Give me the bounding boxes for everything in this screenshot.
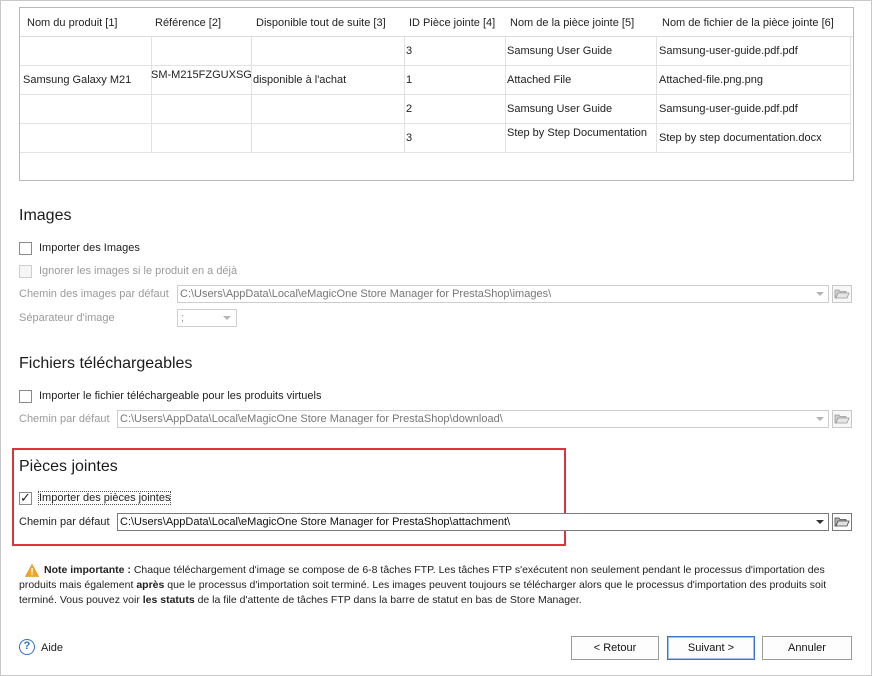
downloads-path-input[interactable]: C:\Users\AppData\Local\eMagicOne Store M… <box>117 410 829 428</box>
attachments-path-label: Chemin par défaut <box>19 516 110 528</box>
column-header-attachment-name[interactable]: Nom de la pièce jointe [5] <box>510 8 634 36</box>
downloads-path-value: C:\Users\AppData\Local\eMagicOne Store M… <box>120 413 503 425</box>
ignore-images-label: Ignorer les images si le produit en a dé… <box>39 265 238 277</box>
images-browse-button[interactable] <box>832 285 852 303</box>
downloads-path-label: Chemin par défaut <box>19 413 110 425</box>
cell-product-name: Samsung Galaxy M21 <box>23 74 132 86</box>
cell-attachment-id: 3 <box>406 45 413 57</box>
column-header-availability[interactable]: Disponible tout de suite [3] <box>256 8 386 36</box>
folder-open-icon <box>834 289 850 299</box>
import-downloadable-label[interactable]: Importer le fichier téléchargeable pour … <box>39 390 321 402</box>
cell-reference: SM-M215FZGUXSG <box>151 69 252 81</box>
import-attachments-checkbox[interactable]: ✓ <box>19 490 32 505</box>
grid-header: Nom du produit [1] Référence [2] Disponi… <box>20 8 853 37</box>
folder-open-icon <box>834 517 850 527</box>
images-path-input[interactable]: C:\Users\AppData\Local\eMagicOne Store M… <box>177 285 829 303</box>
chevron-down-icon[interactable] <box>812 514 828 530</box>
cell-attachment-file: Samsung-user-guide.pdf.pdf <box>659 103 798 115</box>
image-separator-label: Séparateur d'image <box>19 312 115 324</box>
cell-attachment-id: 2 <box>406 103 413 115</box>
attachments-path-value: C:\Users\AppData\Local\eMagicOne Store M… <box>120 516 511 528</box>
note-bold-after: après <box>136 579 165 591</box>
downloads-section-title: Fichiers téléchargeables <box>19 355 193 372</box>
import-images-label[interactable]: Importer des Images <box>39 242 140 254</box>
cell-attachment-name: Samsung User Guide <box>507 45 613 57</box>
column-header-reference[interactable]: Référence [2] <box>155 8 221 36</box>
folder-open-icon <box>834 414 850 424</box>
image-separator-value: ; <box>181 312 185 324</box>
import-downloadable-checkbox[interactable] <box>19 390 32 403</box>
important-note: Note importante : Chaque téléchargement … <box>19 563 849 608</box>
help-icon[interactable]: ? <box>19 639 35 655</box>
chevron-down-icon[interactable] <box>812 286 828 302</box>
import-attachments-label[interactable]: Importer des pièces jointes <box>37 491 172 505</box>
column-header-attachment-id[interactable]: ID Pièce jointe [4] <box>409 8 495 36</box>
cell-attachment-id: 3 <box>406 132 413 144</box>
chevron-down-icon[interactable] <box>812 411 828 427</box>
ignore-images-checkbox[interactable] <box>19 265 32 278</box>
note-bold-intro: Note importante : <box>44 564 131 576</box>
cell-attachment-name: Attached File <box>507 74 572 86</box>
images-path-value: C:\Users\AppData\Local\eMagicOne Store M… <box>180 288 552 300</box>
cell-attachment-file: Attached-file.png.png <box>659 74 763 86</box>
attachments-section-title: Pièces jointes <box>19 458 118 475</box>
attachments-browse-button[interactable] <box>832 513 852 531</box>
import-images-checkbox[interactable] <box>19 242 32 255</box>
cell-attachment-name: Step by Step Documentation <box>507 127 648 139</box>
next-button[interactable]: Suivant > <box>667 636 755 660</box>
cell-attachment-id: 1 <box>406 74 413 86</box>
cell-attachment-file: Step by step documentation.docx <box>659 132 822 144</box>
checkmark-icon: ✓ <box>20 490 31 505</box>
images-section-title: Images <box>19 207 72 224</box>
images-path-label: Chemin des images par défaut <box>19 288 169 300</box>
column-header-attachment-file[interactable]: Nom de fichier de la pièce jointe [6] <box>662 8 834 36</box>
note-text-part3: de la file d'attente de tâches FTP dans … <box>194 594 582 606</box>
cell-attachment-name: Samsung User Guide <box>507 103 613 115</box>
downloads-browse-button[interactable] <box>832 410 852 428</box>
image-separator-select[interactable]: ; <box>177 309 237 327</box>
cancel-button[interactable]: Annuler <box>762 636 852 660</box>
help-link[interactable]: Aide <box>41 642 63 654</box>
preview-grid[interactable]: Nom du produit [1] Référence [2] Disponi… <box>19 7 854 181</box>
back-button[interactable]: < Retour <box>571 636 659 660</box>
cell-availability: disponible à l'achat <box>253 74 347 86</box>
chevron-down-icon <box>220 310 234 326</box>
note-bold-status: les statuts <box>142 594 195 606</box>
attachments-path-input[interactable]: C:\Users\AppData\Local\eMagicOne Store M… <box>117 513 829 531</box>
column-header-product-name[interactable]: Nom du produit [1] <box>27 8 118 36</box>
cell-attachment-file: Samsung-user-guide.pdf.pdf <box>659 45 798 57</box>
